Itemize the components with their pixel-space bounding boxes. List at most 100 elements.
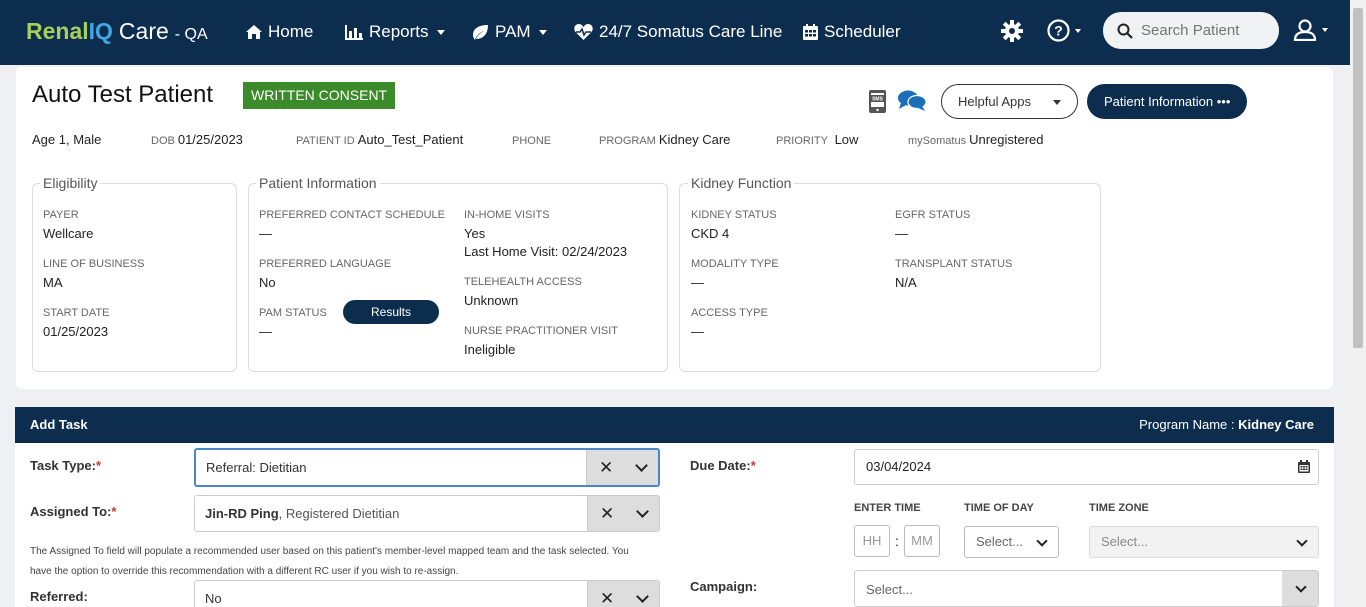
- assigned-to-select[interactable]: Jin-RD Ping, Registered Dietitian ✕: [194, 495, 660, 532]
- telehealth-label: TELEHEALTH ACCESS: [464, 276, 582, 288]
- lob-value: MA: [43, 275, 63, 290]
- chevron-down-icon: [1053, 100, 1061, 105]
- svg-text:?: ?: [1054, 23, 1063, 39]
- clear-icon[interactable]: ✕: [600, 504, 614, 524]
- required-marker: *: [750, 458, 756, 473]
- nav-scheduler-label: Scheduler: [824, 22, 901, 41]
- priority-label: PRIORITY: [776, 135, 828, 147]
- search-patient-box[interactable]: [1103, 12, 1279, 49]
- due-date-label: Due Date:*: [690, 458, 756, 473]
- chevron-down-icon: [1075, 28, 1081, 33]
- brand-env: - QA: [174, 26, 208, 43]
- hour-input[interactable]: HH: [854, 525, 890, 557]
- due-date-input[interactable]: 03/04/2024: [854, 449, 1319, 485]
- helpful-apps-dropdown[interactable]: Helpful Apps: [941, 84, 1078, 119]
- dob: DOB 01/25/2023: [151, 132, 243, 147]
- search-icon: [1117, 23, 1133, 39]
- age-sex-value: Age 1, Male: [32, 132, 102, 147]
- access-type-field: ACCESS TYPE —: [691, 307, 768, 341]
- patient-information-button[interactable]: Patient Information •••: [1087, 84, 1247, 119]
- time-separator: :: [895, 533, 899, 549]
- program-value: Kidney Care: [658, 132, 731, 147]
- program-label: PROGRAM: [599, 135, 656, 147]
- dob-value: 01/25/2023: [177, 132, 243, 147]
- helpful-apps-label: Helpful Apps: [958, 94, 1031, 109]
- chevron-down-icon[interactable]: [636, 589, 649, 603]
- nav-pam[interactable]: PAM: [472, 22, 547, 42]
- brand-renal: Renal: [26, 18, 89, 44]
- clear-icon[interactable]: ✕: [599, 458, 613, 478]
- nav-home[interactable]: Home: [246, 22, 313, 42]
- dob-label: DOB: [151, 135, 175, 147]
- pam-results-button[interactable]: Results: [343, 300, 439, 324]
- nav-care-line[interactable]: 24/7 Somatus Care Line: [574, 22, 782, 42]
- brand-logo[interactable]: RenalIQ Care - QA: [26, 18, 208, 45]
- chevron-down-icon: [1322, 28, 1328, 32]
- campaign-select[interactable]: Select...: [854, 570, 1319, 607]
- minute-input[interactable]: MM: [904, 525, 940, 557]
- start-date-label: START DATE: [43, 307, 110, 319]
- chat-button[interactable]: [897, 90, 927, 117]
- nav-scheduler[interactable]: Scheduler: [803, 22, 901, 42]
- program-name: Program Name : Kidney Care: [1139, 417, 1314, 432]
- chevron-down-icon: [1036, 535, 1048, 547]
- nav-pam-label: PAM: [495, 22, 531, 41]
- access-type-value: —: [691, 324, 704, 339]
- task-type-select[interactable]: Referral: Dietitian ✕: [194, 448, 660, 487]
- add-task-title: Add Task: [30, 417, 88, 432]
- calendar-icon[interactable]: [1298, 460, 1310, 473]
- chevron-down-icon: [436, 29, 445, 35]
- last-home-visit: Last Home Visit: 02/24/2023: [464, 244, 628, 259]
- assigned-to-label-text: Assigned To:: [30, 504, 112, 519]
- consent-badge: WRITTEN CONSENT: [243, 82, 396, 109]
- eligibility-title: Eligibility: [40, 175, 101, 191]
- add-task-header: Add Task Program Name : Kidney Care: [15, 407, 1334, 443]
- referred-label: Referred:: [30, 589, 88, 604]
- user-menu[interactable]: [1293, 19, 1328, 41]
- mysomatus: mySomatus Unregistered: [908, 132, 1044, 147]
- nav-reports[interactable]: Reports: [345, 22, 445, 42]
- mysomatus-label: mySomatus: [908, 135, 967, 147]
- mysomatus-value: Unregistered: [969, 132, 1044, 147]
- sms-phone-icon: SMS: [869, 90, 886, 113]
- time-of-day-select[interactable]: Select...: [964, 526, 1059, 558]
- help-button[interactable]: ?: [1047, 19, 1081, 42]
- chevron-down-icon[interactable]: [1295, 581, 1307, 593]
- time-of-day-label: TIME OF DAY: [964, 502, 1034, 514]
- clear-icon[interactable]: ✕: [600, 589, 614, 607]
- sms-button[interactable]: SMS: [868, 90, 889, 118]
- search-patient-input[interactable]: [1141, 22, 1271, 39]
- enter-time-label: ENTER TIME: [854, 502, 921, 514]
- page-scrollbar[interactable]: [1350, 0, 1366, 607]
- inhome-visits-value: Yes: [464, 226, 486, 241]
- chevron-down-icon: [538, 29, 547, 35]
- assigned-to-role: , Registered Dietitian: [278, 506, 400, 521]
- modality-field: MODALITY TYPE —: [691, 258, 779, 292]
- start-date-field: START DATE 01/25/2023: [43, 307, 109, 341]
- pam-status-value: —: [259, 324, 272, 339]
- telehealth-value: Unknown: [464, 293, 519, 308]
- payer-label: PAYER: [43, 209, 79, 221]
- transplant-field: TRANSPLANT STATUS N/A: [895, 258, 1012, 292]
- language-field: PREFERRED LANGUAGE No: [259, 258, 391, 292]
- required-marker: *: [95, 458, 102, 473]
- age-sex: Age 1, Male: [32, 132, 101, 147]
- contact-schedule-value: —: [259, 226, 272, 241]
- time-zone-select[interactable]: Select...: [1089, 526, 1319, 558]
- chevron-down-icon[interactable]: [635, 458, 648, 472]
- program: PROGRAM Kidney Care: [599, 132, 730, 147]
- campaign-value: Select...: [866, 582, 913, 597]
- due-date-value: 03/04/2024: [866, 459, 932, 474]
- chevron-down-icon[interactable]: [636, 504, 649, 518]
- leaf-icon: [473, 24, 488, 40]
- pam-status-label: PAM STATUS: [259, 307, 327, 319]
- scrollbar-thumb[interactable]: [1353, 8, 1363, 348]
- time-of-day-value: Select...: [976, 534, 1023, 549]
- transplant-label: TRANSPLANT STATUS: [895, 258, 1013, 270]
- language-value: No: [259, 275, 276, 290]
- referred-select[interactable]: No ✕: [194, 580, 660, 607]
- phone: PHONE: [512, 132, 554, 147]
- time-zone-value: Select...: [1101, 534, 1148, 549]
- settings-button[interactable]: [1001, 20, 1023, 47]
- lob-label: LINE OF BUSINESS: [43, 258, 145, 270]
